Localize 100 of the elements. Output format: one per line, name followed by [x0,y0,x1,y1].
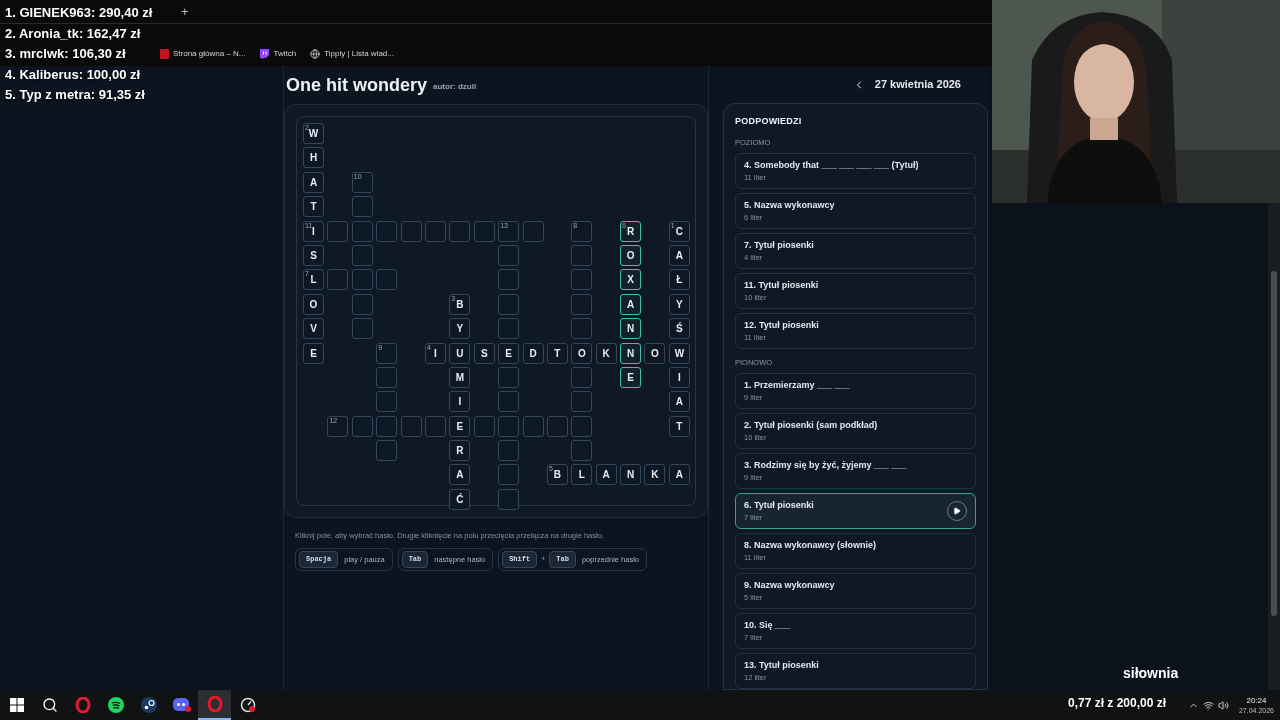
grid-cell[interactable]: E [498,342,520,364]
grid-cell[interactable]: A [668,244,690,266]
grid-cell[interactable]: V [303,318,324,340]
grid-cell[interactable]: W [668,342,690,364]
grid-cell[interactable]: X [620,269,642,291]
cell-letter: B [456,297,464,312]
grid-cell[interactable] [376,366,398,388]
grid-cell[interactable] [522,415,544,437]
grid-cell[interactable] [400,415,422,437]
grid-cell[interactable] [498,244,520,266]
bookmark-link[interactable]: Twitch [273,48,297,60]
grid-cell[interactable] [571,318,593,340]
network-icon[interactable] [1202,699,1214,711]
grid-cell[interactable] [571,269,593,291]
cell-letter: H [309,151,318,166]
grid-cell[interactable]: Y [668,293,690,315]
grid-cell[interactable] [571,244,593,266]
bookmark-link[interactable]: Tipply | Lista wiad... [324,48,394,60]
grid-cell[interactable] [571,366,593,388]
grid-cell[interactable] [376,440,398,462]
grid-cell[interactable]: A [620,293,642,315]
grid-cell[interactable] [351,220,373,242]
clue-text: 1. Przemierzamy ___ ___ [744,380,850,391]
grid-cell[interactable]: D [522,342,544,364]
grid-cell[interactable]: U [449,342,471,364]
grid-cell[interactable] [571,440,593,462]
grid-cell[interactable] [351,415,373,437]
grid-cell[interactable]: N [620,464,642,486]
grid-cell[interactable]: Y [449,318,471,340]
grid-cell[interactable] [351,244,373,266]
grid-cell[interactable]: T [668,415,690,437]
grid-cell[interactable]: M [449,366,471,388]
grid-cell[interactable]: A [595,464,617,486]
grid-cell[interactable]: A [449,464,471,486]
grid-cell[interactable] [522,220,544,242]
grid-cell[interactable] [400,220,422,242]
grid-cell[interactable]: S [473,342,495,364]
grid-cell[interactable]: N [620,318,642,340]
new-tab-button[interactable]: + [177,1,193,22]
grid-cell[interactable] [498,440,520,462]
grid-cell[interactable] [376,415,398,437]
grid-cell[interactable]: Ł [668,269,690,291]
grid-cell[interactable] [351,196,373,218]
grid-cell[interactable] [473,415,495,437]
volume-icon[interactable] [1217,699,1229,711]
grid-cell[interactable] [498,366,520,388]
clue-text: 7. Tytuł piosenki [744,239,814,251]
grid-cell[interactable] [546,415,568,437]
grid-cell[interactable] [571,293,593,315]
grid-cell[interactable] [498,318,520,340]
grid-cell[interactable]: Ć [449,488,471,510]
cell-letter: D [529,346,537,361]
grid-cell[interactable]: T [303,196,324,218]
grid-cell[interactable] [498,269,520,291]
grid-cell[interactable] [327,269,349,291]
grid-cell[interactable]: T [546,342,568,364]
grid-cell[interactable] [473,220,495,242]
grid-cell[interactable] [351,269,373,291]
grid-cell[interactable] [498,293,520,315]
grid-cell[interactable]: A [303,171,324,193]
grid-cell[interactable]: Ś [668,318,690,340]
grid-cell[interactable]: H [303,147,324,169]
grid-cell[interactable] [498,488,520,510]
grid-cell[interactable] [351,318,373,340]
grid-cell[interactable]: I [449,391,471,413]
grid-cell[interactable] [498,415,520,437]
grid-cell[interactable] [571,415,593,437]
grid-cell[interactable]: A [668,464,690,486]
grid-cell[interactable]: O [644,342,666,364]
grid-cell[interactable]: O [620,244,642,266]
grid-cell[interactable] [424,220,446,242]
grid-cell[interactable]: O [303,293,324,315]
grid-cell[interactable]: K [595,342,617,364]
grid-cell[interactable]: E [620,366,642,388]
cell-letter: Y [676,297,683,312]
grid-cell[interactable]: O [571,342,593,364]
grid-cell[interactable] [376,269,398,291]
grid-cell[interactable] [498,391,520,413]
grid-cell[interactable]: E [449,415,471,437]
grid-cell[interactable] [376,391,398,413]
grid-cell[interactable] [424,415,446,437]
leaderboard-entry: 2. Aronia_tk: 162,47 zł [5,24,141,43]
grid-cell[interactable] [449,220,471,242]
grid-cell[interactable]: S [303,244,324,266]
clue-text: 10. Się ___ [744,620,791,631]
grid-cell[interactable]: K [644,464,666,486]
grid-cell[interactable] [351,293,373,315]
grid-cell[interactable] [376,220,398,242]
grid-cell[interactable] [327,220,349,242]
grid-cell[interactable]: N [620,342,642,364]
scrollbar-thumb[interactable] [1271,271,1277,616]
taskbar-app[interactable] [198,690,231,720]
grid-cell[interactable]: L [571,464,593,486]
grid-cell[interactable] [571,391,593,413]
bookmark-link[interactable]: Strona główna – N... [173,48,246,60]
grid-cell[interactable]: A [668,391,690,413]
grid-cell[interactable] [498,464,520,486]
grid-cell[interactable]: R [449,440,471,462]
grid-cell[interactable]: E [303,342,324,364]
grid-cell[interactable]: I [668,366,690,388]
